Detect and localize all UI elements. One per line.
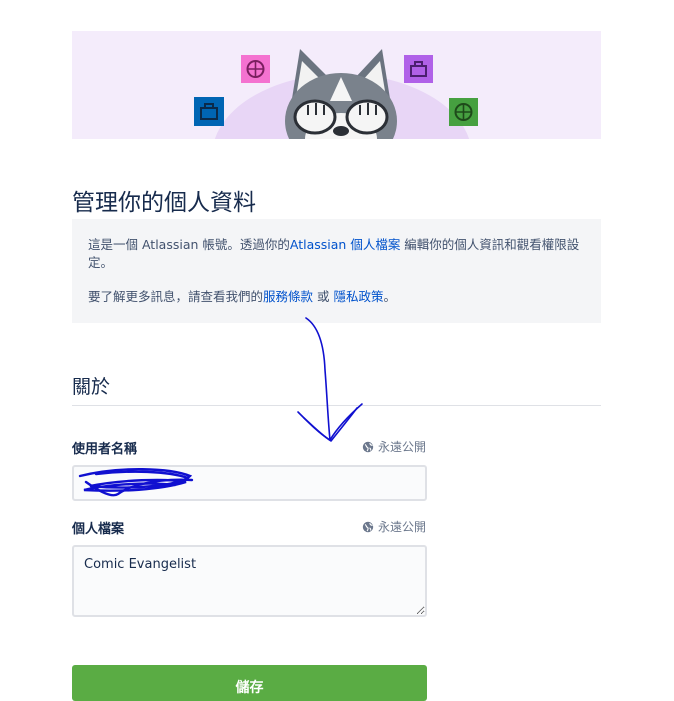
globe-icon bbox=[362, 441, 374, 452]
globe-icon bbox=[362, 521, 374, 532]
visibility-text: 永遠公開 bbox=[378, 520, 427, 534]
hero-banner bbox=[72, 31, 601, 139]
username-visibility: 永遠公開 bbox=[362, 438, 426, 455]
username-label: 使用者名稱 bbox=[72, 442, 138, 457]
terms-of-service-link[interactable]: 服務條款 bbox=[263, 289, 313, 304]
basketball-icon bbox=[449, 98, 478, 126]
info-text: 。 bbox=[383, 289, 397, 304]
info-text: 這是一個 Atlassian 帳號。透過你的 bbox=[88, 237, 290, 252]
bag-icon bbox=[404, 55, 433, 83]
profile-label: 個人檔案 bbox=[72, 522, 125, 537]
profile-textarea[interactable]: Comic Evangelist bbox=[72, 545, 427, 617]
account-info-text: 這是一個 Atlassian 帳號。透過你的Atlassian 個人檔案 編輯你… bbox=[88, 236, 585, 272]
profile-visibility: 永遠公開 bbox=[362, 518, 426, 535]
bag-icon bbox=[194, 97, 224, 126]
account-info-panel: 這是一個 Atlassian 帳號。透過你的Atlassian 個人檔案 編輯你… bbox=[72, 219, 601, 323]
policy-info-text: 要了解更多訊息，請查看我們的服務條款 或 隱私政策。 bbox=[88, 288, 585, 306]
page-title: 管理你的個人資料 bbox=[72, 190, 256, 216]
info-text: 或 bbox=[313, 289, 334, 304]
privacy-policy-link[interactable]: 隱私政策 bbox=[333, 289, 383, 304]
about-section-title: 關於 bbox=[72, 376, 111, 398]
username-input[interactable] bbox=[72, 465, 427, 501]
atlassian-profile-link[interactable]: Atlassian 個人檔案 bbox=[290, 237, 400, 252]
arrow-annotation bbox=[297, 317, 363, 442]
info-text: 要了解更多訊息，請查看我們的 bbox=[88, 289, 264, 304]
visibility-text: 永遠公開 bbox=[378, 440, 427, 454]
save-button[interactable]: 儲存 bbox=[72, 665, 427, 701]
basketball-icon bbox=[241, 55, 270, 83]
section-divider bbox=[72, 405, 601, 406]
